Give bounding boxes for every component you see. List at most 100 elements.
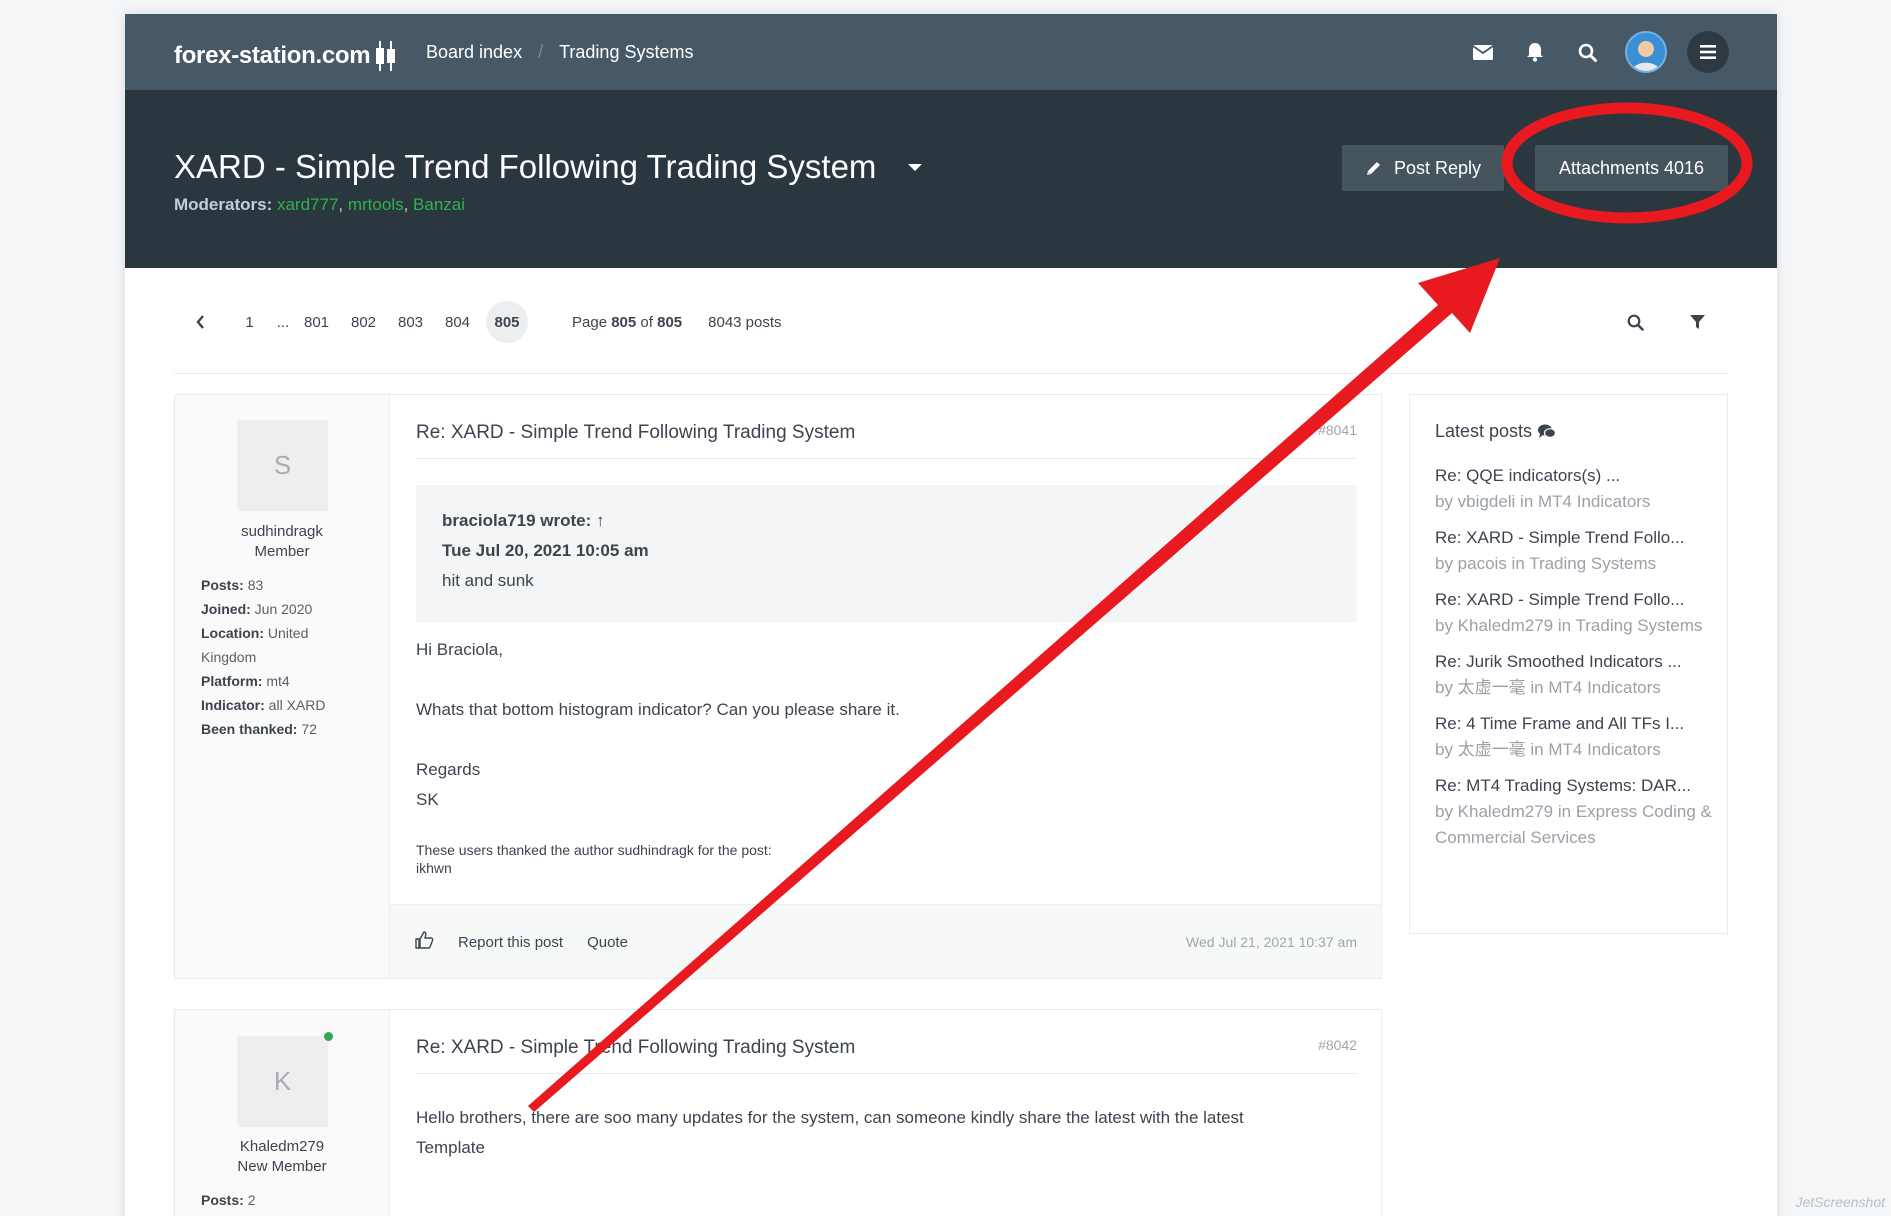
post-date: Wed Jul 21, 2021 10:37 am xyxy=(1186,934,1357,950)
author-details: Posts: 83 Joined: Jun 2020 Location: Uni… xyxy=(201,573,351,741)
report-post-link[interactable]: Report this post xyxy=(458,934,563,951)
posts-count: 8043 posts xyxy=(708,313,782,331)
list-item: Re: 4 Time Frame and All TFs I... by 太虚一… xyxy=(1435,711,1715,763)
latest-post-meta: by pacois in Trading Systems xyxy=(1435,554,1657,573)
chevron-down-icon[interactable] xyxy=(908,163,923,171)
content-line: SK xyxy=(416,790,439,809)
list-item: Re: XARD - Simple Trend Follo... by paco… xyxy=(1435,525,1715,577)
latest-post-link[interactable]: Re: XARD - Simple Trend Follo... xyxy=(1435,525,1715,551)
post-content: Hi Braciola, Whats that bottom histogram… xyxy=(416,635,1357,815)
filter-icon[interactable] xyxy=(1666,300,1728,344)
page-frame: forex-station.com Board index / Trading … xyxy=(125,14,1777,1216)
page-link[interactable]: 803 xyxy=(387,314,434,331)
page-info-of: of xyxy=(640,313,653,331)
author-detail: Indicator: all XARD xyxy=(201,697,326,713)
attachments-label: Attachments 4016 xyxy=(1558,157,1705,178)
menu-icon[interactable] xyxy=(1687,31,1729,73)
page-info-total: 805 xyxy=(657,313,683,331)
author-details: Posts: 2 xyxy=(201,1188,351,1212)
post-title[interactable]: Re: XARD - Simple Trend Following Tradin… xyxy=(416,1037,855,1059)
topic-title-text: XARD - Simple Trend Following Trading Sy… xyxy=(174,148,877,185)
post-footer: Report this post Quote Wed Jul 21, 2021 … xyxy=(390,904,1381,978)
content-line: Hi Braciola, xyxy=(416,640,503,659)
author-rank: Member xyxy=(254,543,310,560)
navbar-icons xyxy=(1457,14,1729,90)
moderator-link[interactable]: mrtools xyxy=(348,195,404,214)
topic-tools xyxy=(1604,300,1728,344)
author-rank: New Member xyxy=(237,1158,327,1175)
previous-page-icon[interactable] xyxy=(174,315,226,329)
topic-title: XARD - Simple Trend Following Trading Sy… xyxy=(174,148,923,186)
latest-post-link[interactable]: Re: 4 Time Frame and All TFs I... xyxy=(1435,711,1715,737)
breadcrumb-trading-systems[interactable]: Trading Systems xyxy=(559,42,693,63)
latest-post-meta: by vbigdeli in MT4 Indicators xyxy=(1435,492,1651,511)
page-link[interactable]: 801 xyxy=(293,314,340,331)
page-ellipsis: ... xyxy=(276,313,290,331)
pagination-bar: 1 ... 801 802 803 804 805 Page 805 of 80… xyxy=(174,268,1728,374)
post-author-profile: K Khaledm279 New Member Posts: 2 xyxy=(175,1010,389,1216)
post-actions: Report this post Quote xyxy=(414,905,628,979)
quote-date: Tue Jul 20, 2021 10:05 am xyxy=(442,541,649,560)
search-topic-icon[interactable] xyxy=(1604,300,1666,344)
latest-post-link[interactable]: Re: XARD - Simple Trend Follo... xyxy=(1435,587,1715,613)
post-reply-button[interactable]: Post Reply xyxy=(1342,145,1504,191)
latest-post-meta: by Khaledm279 in Express Coding & Commer… xyxy=(1435,802,1712,847)
avatar[interactable]: K xyxy=(237,1036,328,1127)
content-line: Whats that bottom histogram indicator? C… xyxy=(416,700,900,719)
page-link[interactable]: 802 xyxy=(340,314,387,331)
quote-link[interactable]: Quote xyxy=(587,934,628,951)
post-content: Hello brothers, there are soo many updat… xyxy=(416,1103,1316,1163)
page-link[interactable]: 1 xyxy=(226,314,273,331)
author-detail: Posts: 2 xyxy=(201,1192,256,1208)
list-item: Re: Jurik Smoothed Indicators ... by 太虚一… xyxy=(1435,649,1715,701)
sidebar-title: Latest posts xyxy=(1435,421,1557,442)
content-line: Regards xyxy=(416,760,481,779)
sidebar-title-text: Latest posts xyxy=(1435,421,1533,441)
user-avatar[interactable] xyxy=(1625,31,1667,73)
post-number[interactable]: #8042 xyxy=(1318,1037,1357,1053)
thumbs-up-icon[interactable] xyxy=(414,930,434,954)
moderator-link[interactable]: xard777 xyxy=(277,195,338,214)
author-username[interactable]: sudhindragk xyxy=(175,523,389,540)
thanks-block: These users thanked the author sudhindra… xyxy=(416,841,772,877)
author-detail: Posts: 83 xyxy=(201,577,264,593)
breadcrumb-separator: / xyxy=(538,41,544,62)
envelope-icon[interactable] xyxy=(1457,14,1509,90)
search-icon[interactable] xyxy=(1561,14,1613,90)
list-item: Re: XARD - Simple Trend Follo... by Khal… xyxy=(1435,587,1715,639)
topic-header: XARD - Simple Trend Following Trading Sy… xyxy=(125,90,1777,268)
moderators-line: Moderators: xard777, mrtools, Banzai xyxy=(174,195,466,214)
post-divider xyxy=(416,458,1357,459)
attachments-button[interactable]: Attachments 4016 xyxy=(1535,145,1728,191)
post-author-profile: S sudhindragk Member Posts: 83 Joined: J… xyxy=(175,395,389,978)
site-logo[interactable]: forex-station.com xyxy=(174,36,396,76)
latest-post-link[interactable]: Re: Jurik Smoothed Indicators ... xyxy=(1435,649,1715,675)
thanks-label: These users thanked the author sudhindra… xyxy=(416,842,772,858)
page-info-prefix: Page xyxy=(572,313,608,331)
online-status-indicator xyxy=(324,1032,333,1041)
latest-post-meta: by 太虚一毫 in MT4 Indicators xyxy=(1435,678,1661,697)
thanks-users[interactable]: ikhwn xyxy=(416,859,772,877)
page-link[interactable]: 804 xyxy=(434,314,481,331)
latest-post-link[interactable]: Re: MT4 Trading Systems: DAR... xyxy=(1435,773,1715,799)
watermark: JetScreenshot xyxy=(1795,1194,1886,1210)
moderator-link[interactable]: Banzai xyxy=(413,195,465,214)
post-body: Re: XARD - Simple Trend Following Tradin… xyxy=(389,395,1381,978)
author-detail: Platform: mt4 xyxy=(201,673,290,689)
post-number[interactable]: #8041 xyxy=(1318,422,1357,438)
latest-posts-list: Re: QQE indicators(s) ... by vbigdeli in… xyxy=(1435,463,1715,861)
author-username[interactable]: Khaledm279 xyxy=(175,1138,389,1155)
latest-post-link[interactable]: Re: QQE indicators(s) ... xyxy=(1435,463,1715,489)
post-title[interactable]: Re: XARD - Simple Trend Following Tradin… xyxy=(416,422,855,444)
current-page: 805 xyxy=(486,301,528,343)
content-line: Hello brothers, there are soo many updat… xyxy=(416,1108,1244,1157)
breadcrumb-board-index[interactable]: Board index xyxy=(426,42,522,63)
avatar[interactable]: S xyxy=(237,420,328,511)
page-info: Page 805 of 805 xyxy=(572,314,682,331)
bell-icon[interactable] xyxy=(1509,14,1561,90)
quote-author[interactable]: braciola719 wrote: ↑ xyxy=(442,511,605,531)
post-8042: K Khaledm279 New Member Posts: 2 Re: XAR… xyxy=(174,1009,1382,1216)
latest-post-meta: by 太虚一毫 in MT4 Indicators xyxy=(1435,740,1661,759)
